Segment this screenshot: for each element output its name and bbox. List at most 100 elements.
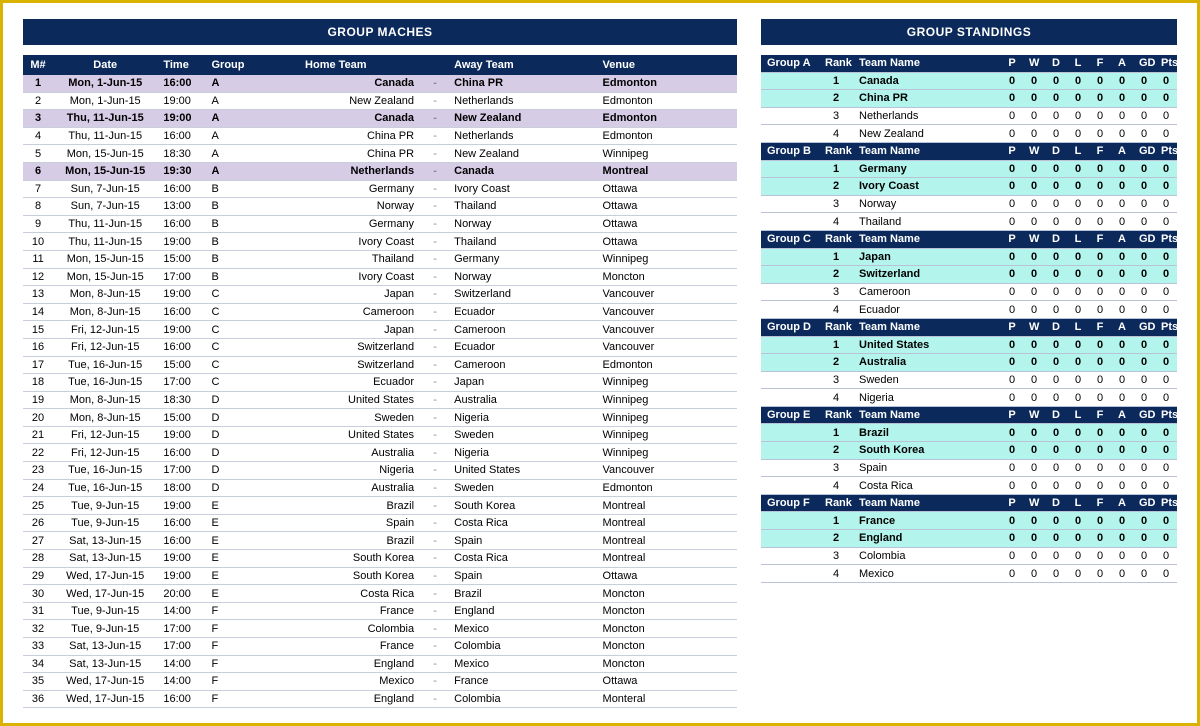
stat-w: 0 xyxy=(1023,107,1045,125)
match-group: B xyxy=(205,233,249,251)
stat-f: 0 xyxy=(1089,477,1111,495)
col-team: Team Name xyxy=(853,55,1001,72)
stat-f: 0 xyxy=(1089,424,1111,442)
match-group: C xyxy=(205,321,249,339)
match-group: B xyxy=(205,198,249,216)
team-name: Cameroon xyxy=(853,283,1001,301)
away-team: Thailand xyxy=(448,198,596,216)
match-time: 14:00 xyxy=(157,655,205,673)
table-row: 10Thu, 11-Jun-1519:00BIvory Coast-Thaila… xyxy=(23,233,737,251)
venue: Ottawa xyxy=(597,567,737,585)
stat-p: 0 xyxy=(1001,389,1023,407)
match-group: D xyxy=(205,426,249,444)
venue: Moncton xyxy=(597,585,737,603)
col-date: Date xyxy=(53,55,157,75)
stat-p: 0 xyxy=(1001,266,1023,284)
stat-w: 0 xyxy=(1023,213,1045,231)
dash-icon: - xyxy=(422,391,448,409)
match-date: Mon, 15-Jun-15 xyxy=(53,268,157,286)
stat-l: 0 xyxy=(1067,530,1089,548)
stat-l: 0 xyxy=(1067,442,1089,460)
col-l: L xyxy=(1067,142,1089,160)
dash-icon: - xyxy=(422,268,448,286)
col-d: D xyxy=(1045,318,1067,336)
match-num: 35 xyxy=(23,673,53,691)
stat-w: 0 xyxy=(1023,442,1045,460)
match-date: Wed, 17-Jun-15 xyxy=(53,567,157,585)
dash-icon: - xyxy=(422,250,448,268)
stat-p: 0 xyxy=(1001,424,1023,442)
stat-f: 0 xyxy=(1089,248,1111,266)
matches-table: M# Date Time Group Home Team Away Team V… xyxy=(23,55,737,708)
match-time: 18:00 xyxy=(157,479,205,497)
blank xyxy=(761,72,819,90)
group-label: Group B xyxy=(761,142,819,160)
stat-d: 0 xyxy=(1045,160,1067,178)
col-p: P xyxy=(1001,142,1023,160)
match-num: 6 xyxy=(23,162,53,180)
stat-a: 0 xyxy=(1111,512,1133,530)
blank xyxy=(761,160,819,178)
col-team: Team Name xyxy=(853,494,1001,512)
stat-f: 0 xyxy=(1089,336,1111,354)
away-team: Japan xyxy=(448,374,596,392)
col-gd: GD xyxy=(1133,494,1155,512)
blank xyxy=(761,301,819,319)
col-d: D xyxy=(1045,494,1067,512)
stat-d: 0 xyxy=(1045,195,1067,213)
col-time: Time xyxy=(157,55,205,75)
stat-f: 0 xyxy=(1089,178,1111,196)
table-row: 7Sun, 7-Jun-1516:00BGermany-Ivory CoastO… xyxy=(23,180,737,198)
dash-icon: - xyxy=(422,75,448,92)
stat-a: 0 xyxy=(1111,336,1133,354)
team-name: United States xyxy=(853,336,1001,354)
stat-gd: 0 xyxy=(1133,125,1155,143)
away-team: Nigeria xyxy=(448,444,596,462)
away-team: Netherlands xyxy=(448,92,596,110)
venue: Moncton xyxy=(597,268,737,286)
group-label: Group D xyxy=(761,318,819,336)
stat-l: 0 xyxy=(1067,90,1089,108)
stat-f: 0 xyxy=(1089,283,1111,301)
home-team: Sweden xyxy=(250,409,422,427)
stat-p: 0 xyxy=(1001,213,1023,231)
col-a: A xyxy=(1111,494,1133,512)
rank: 4 xyxy=(819,477,853,495)
standings-panel: GROUP STANDINGS Group ARankTeam NamePWDL… xyxy=(761,19,1177,713)
table-row: 17Tue, 16-Jun-1515:00CSwitzerland-Camero… xyxy=(23,356,737,374)
stat-w: 0 xyxy=(1023,512,1045,530)
table-row: 6Mon, 15-Jun-1519:30ANetherlands-CanadaM… xyxy=(23,162,737,180)
match-date: Tue, 9-Jun-15 xyxy=(53,602,157,620)
match-num: 3 xyxy=(23,110,53,128)
match-time: 16:00 xyxy=(157,215,205,233)
match-date: Sat, 13-Jun-15 xyxy=(53,655,157,673)
col-w: W xyxy=(1023,230,1045,248)
rank: 2 xyxy=(819,530,853,548)
team-name: France xyxy=(853,512,1001,530)
away-team: Cameroon xyxy=(448,321,596,339)
stat-gd: 0 xyxy=(1133,565,1155,583)
match-group: D xyxy=(205,462,249,480)
venue: Winnipeg xyxy=(597,409,737,427)
match-date: Tue, 16-Jun-15 xyxy=(53,356,157,374)
stat-gd: 0 xyxy=(1133,389,1155,407)
table-row: 22Fri, 12-Jun-1516:00DAustralia-NigeriaW… xyxy=(23,444,737,462)
col-f: F xyxy=(1089,406,1111,424)
home-team: Costa Rica xyxy=(250,585,422,603)
rank: 2 xyxy=(819,266,853,284)
dash-icon: - xyxy=(422,409,448,427)
stat-pts: 0 xyxy=(1155,512,1177,530)
rank: 2 xyxy=(819,442,853,460)
stat-f: 0 xyxy=(1089,530,1111,548)
home-team: Japan xyxy=(250,321,422,339)
away-team: China PR xyxy=(448,75,596,92)
stat-l: 0 xyxy=(1067,371,1089,389)
dash-icon: - xyxy=(422,303,448,321)
match-date: Fri, 12-Jun-15 xyxy=(53,444,157,462)
stat-d: 0 xyxy=(1045,424,1067,442)
col-venue: Venue xyxy=(597,55,737,75)
rank: 1 xyxy=(819,424,853,442)
stat-p: 0 xyxy=(1001,336,1023,354)
match-time: 16:00 xyxy=(157,127,205,145)
stat-w: 0 xyxy=(1023,477,1045,495)
